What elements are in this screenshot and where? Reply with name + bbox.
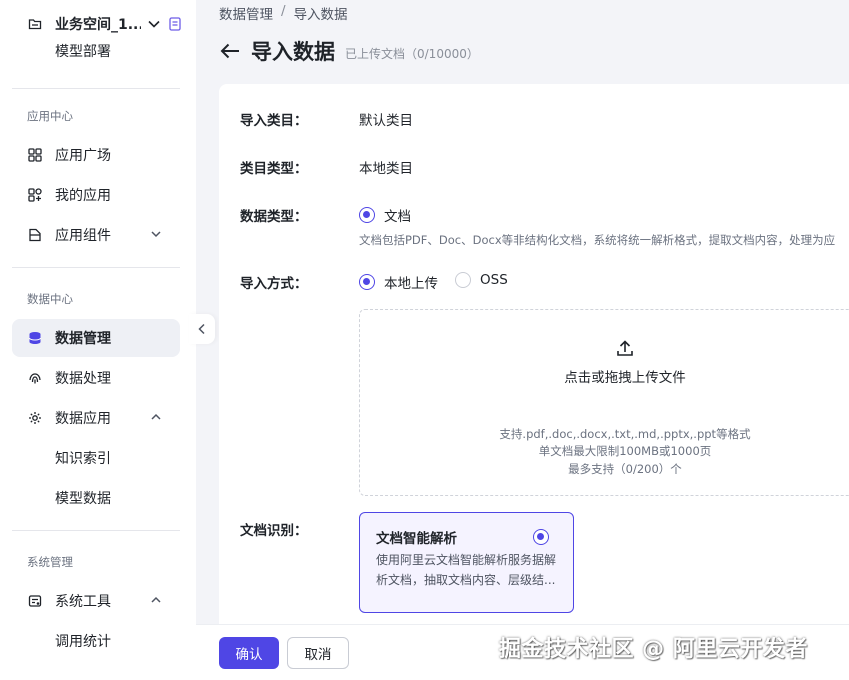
page-title: 导入数据 xyxy=(251,40,335,64)
sidebar-item-data-management[interactable]: 数据管理 xyxy=(12,319,180,357)
doc-recognition-label: 文档识别： xyxy=(240,523,308,539)
arrow-left-icon[interactable] xyxy=(219,42,241,60)
document-icon[interactable] xyxy=(169,17,181,31)
breadcrumb: 数据管理 / 导入数据 xyxy=(219,3,348,23)
cancel-button[interactable]: 取消 xyxy=(287,637,349,669)
chevron-up-icon xyxy=(151,596,161,603)
chevron-down-icon xyxy=(151,231,161,238)
sidebar-item-system-tools[interactable]: 系统工具 xyxy=(12,582,180,620)
sidebar-item-label: 数据应用 xyxy=(55,411,111,427)
sidebar-item-call-stats[interactable]: 调用统计 xyxy=(12,622,180,660)
import-method-label: 导入方式： xyxy=(240,276,308,292)
sidebar-item-label: 应用组件 xyxy=(55,228,111,244)
sidebar-item-app-plaza[interactable]: 应用广场 xyxy=(12,136,180,174)
radio-selected-icon xyxy=(533,529,549,545)
radio-label: OSS xyxy=(480,272,508,288)
radio-label: 文档 xyxy=(384,209,411,225)
divider xyxy=(12,267,180,268)
group-label-system: 系统管理 xyxy=(27,555,73,569)
fingerprint-icon xyxy=(28,371,42,385)
breadcrumb-parent[interactable]: 数据管理 xyxy=(219,3,273,23)
confirm-button[interactable]: 确认 xyxy=(219,637,279,669)
workspace-name: 业务空间_1... xyxy=(55,17,141,33)
option-title: 文档智能解析 xyxy=(376,531,457,547)
sidebar-item-label: 调用统计 xyxy=(55,634,111,650)
sidebar-item-label: 数据管理 xyxy=(55,331,111,347)
radio-selected-icon xyxy=(359,207,375,223)
data-type-label: 数据类型： xyxy=(240,209,308,225)
sidebar-item-app-components[interactable]: 应用组件 xyxy=(12,216,180,254)
breadcrumb-current: 导入数据 xyxy=(293,7,348,23)
sidebar-collapse-button[interactable] xyxy=(189,314,215,344)
sidebar-item-label: 模型部署 xyxy=(55,44,111,60)
chevron-left-icon xyxy=(198,323,205,335)
sidebar-item-label: 系统工具 xyxy=(55,594,111,610)
divider xyxy=(12,88,180,89)
upload-file-count: 最多支持（0/200）个 xyxy=(568,462,682,476)
sidebar-item-label: 应用广场 xyxy=(55,148,111,164)
group-label-app-center: 应用中心 xyxy=(27,109,73,123)
gear-icon xyxy=(28,411,42,425)
sidebar-item-label: 模型数据 xyxy=(55,491,111,507)
radio-unselected-icon xyxy=(455,272,471,288)
sidebar-item-label: 我的应用 xyxy=(55,188,111,204)
sidebar-item-my-apps[interactable]: 我的应用 xyxy=(12,176,180,214)
upload-size-limit: 单文档最大限制100MB或1000页 xyxy=(538,444,712,458)
data-type-hint: 文档包括PDF、Doc、Docx等非结构化文档，系统将统一解析格式，提取文档内容… xyxy=(359,233,836,247)
divider xyxy=(12,530,180,531)
sidebar: 业务空间_1... 模型部署 应用中心 应用广场 我的应用 应用组件 数据中心 … xyxy=(0,0,196,680)
breadcrumb-separator: / xyxy=(281,3,286,19)
upload-formats: 支持.pdf,.doc,.docx,.txt,.md,.pptx,.ppt等格式 xyxy=(499,427,751,441)
database-icon xyxy=(28,331,42,345)
grid-icon xyxy=(28,148,42,162)
category-type-label: 类目类型： xyxy=(240,161,308,177)
file-upload-dropzone[interactable]: 点击或拖拽上传文件 支持.pdf,.doc,.docx,.txt,.md,.pp… xyxy=(359,309,849,496)
sidebar-item-model-deploy[interactable]: 模型部署 xyxy=(12,43,180,69)
option-description: 使用阿里云文档智能解析服务据解析文档，抽取文档内容、层级结... xyxy=(376,553,557,587)
sidebar-item-label: 数据处理 xyxy=(55,371,111,387)
folder-icon xyxy=(28,19,42,30)
chevron-down-icon[interactable] xyxy=(147,17,161,31)
sidebar-item-data-application[interactable]: 数据应用 xyxy=(12,399,180,437)
watermark: 掘金技术社区 @ 阿里云开发者 xyxy=(499,637,808,662)
page-header: 导入数据 已上传文档（0/10000） xyxy=(219,36,479,66)
import-method-radio-local[interactable]: 本地上传 xyxy=(359,272,438,292)
import-method-radio-oss[interactable]: OSS xyxy=(455,272,508,288)
recognition-option-smart-parse[interactable]: 文档智能解析 使用阿里云文档智能解析服务据解析文档，抽取文档内容、层级结... xyxy=(359,512,574,613)
category-type-value: 本地类目 xyxy=(359,161,413,177)
upload-icon xyxy=(617,340,633,356)
data-type-radio-document[interactable]: 文档 xyxy=(359,205,411,225)
upload-title: 点击或拖拽上传文件 xyxy=(564,370,686,386)
chevron-up-icon xyxy=(151,413,161,420)
category-value: 默认类目 xyxy=(359,113,413,129)
radio-selected-icon xyxy=(359,274,375,290)
apps-icon xyxy=(28,188,42,202)
category-label: 导入类目： xyxy=(240,113,308,129)
group-label-data-center: 数据中心 xyxy=(27,292,73,306)
component-icon xyxy=(28,228,42,242)
radio-label: 本地上传 xyxy=(384,276,438,292)
workspace-selector[interactable]: 业务空间_1... xyxy=(28,14,188,34)
sidebar-item-model-data[interactable]: 模型数据 xyxy=(12,479,180,517)
sidebar-item-label: 知识索引 xyxy=(55,451,111,467)
tool-icon xyxy=(28,594,42,608)
upload-count: 已上传文档（0/10000） xyxy=(345,46,479,61)
sidebar-item-data-processing[interactable]: 数据处理 xyxy=(12,359,180,397)
sidebar-item-knowledge-index[interactable]: 知识索引 xyxy=(12,439,180,477)
